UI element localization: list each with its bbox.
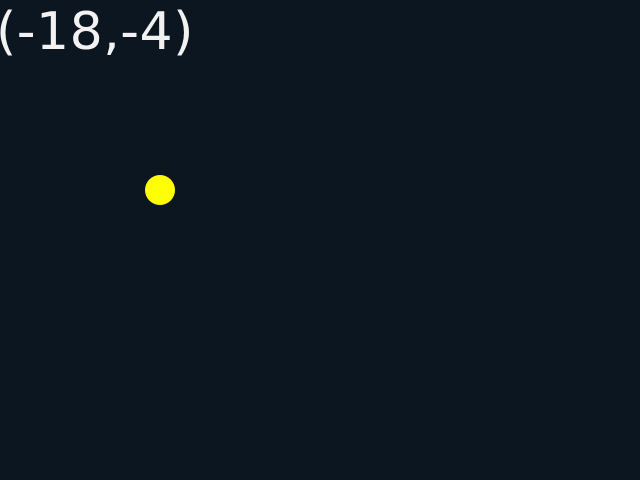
- coordinate-readout: (-18,-4): [0, 2, 194, 62]
- yellow-dot-marker[interactable]: [145, 175, 175, 205]
- canvas[interactable]: (-18,-4): [0, 0, 640, 480]
